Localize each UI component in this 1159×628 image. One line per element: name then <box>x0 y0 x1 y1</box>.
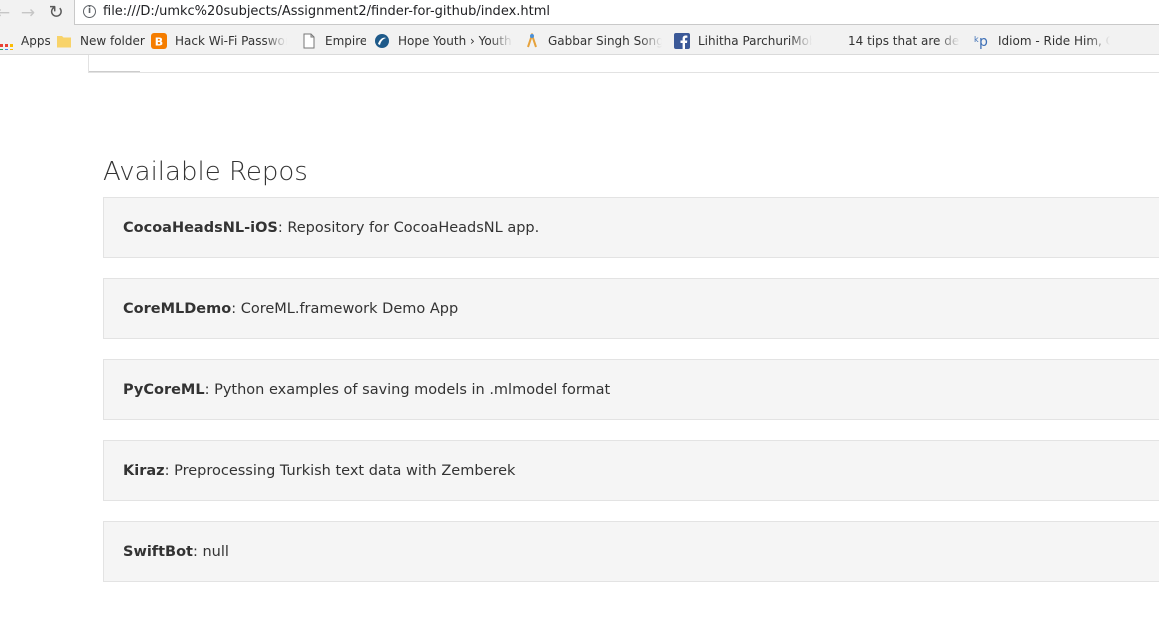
bookmark-label: Gabbar Singh Songs | <box>548 34 662 48</box>
address-bar[interactable]: i file:///D:/umkc%20subjects/Assignment2… <box>74 0 1159 25</box>
repo-card[interactable]: SwiftBot: null <box>103 521 1159 582</box>
music-icon <box>524 32 540 49</box>
repo-card[interactable]: PyCoreML: Python examples of saving mode… <box>103 359 1159 420</box>
bookmark-hope-youth[interactable]: Hope Youth › Youth a <box>374 32 514 50</box>
back-arrow-icon[interactable]: ← <box>0 3 12 23</box>
repo-name: PyCoreML <box>123 382 205 398</box>
browser-toolbar: ← → ↻ i file:///D:/umkc%20subjects/Assig… <box>0 0 1159 26</box>
bookmarks-bar: Apps New folder B Hack Wi-Fi Password Em… <box>0 26 1159 55</box>
document-icon <box>301 33 317 49</box>
repo-line: CoreMLDemo: CoreML.framework Demo App <box>123 299 458 319</box>
bookmark-new-folder[interactable]: New folder <box>56 32 146 50</box>
bookmark-label: Hack Wi-Fi Password <box>175 34 287 48</box>
bookmark-label: Apps <box>21 34 50 48</box>
repo-name: SwiftBot <box>123 544 193 560</box>
bookmark-label: Hope Youth › Youth a <box>398 34 513 48</box>
bookmark-label: Idiom - Ride Him, Co <box>998 34 1110 48</box>
repo-line: PyCoreML: Python examples of saving mode… <box>123 380 610 400</box>
bookmark-label: 14 tips that are desig <box>848 34 960 48</box>
blank-icon <box>824 33 840 49</box>
hope-icon <box>374 33 390 49</box>
folder-icon <box>56 33 72 49</box>
reload-icon[interactable]: ↻ <box>47 3 65 23</box>
blogger-icon: B <box>151 33 167 49</box>
repo-card[interactable]: CoreMLDemo: CoreML.framework Demo App <box>103 278 1159 339</box>
bookmark-14-tips[interactable]: 14 tips that are desig <box>824 32 964 50</box>
bookmark-empire[interactable]: Empire <box>301 32 366 50</box>
repo-card[interactable]: Kiraz: Preprocessing Turkish text data w… <box>103 440 1159 501</box>
top-panel <box>88 55 1159 73</box>
repo-name: CocoaHeadsNL-iOS <box>123 220 278 236</box>
info-icon[interactable]: i <box>83 5 96 18</box>
page-title: Available Repos <box>103 157 308 187</box>
bookmark-label: New folder <box>80 34 145 48</box>
kp-icon: kp <box>974 33 990 50</box>
repo-description: : Python examples of saving models in .m… <box>204 382 611 398</box>
page-viewport: Available Repos CocoaHeadsNL-iOS: Reposi… <box>0 55 1159 628</box>
bookmark-idiom[interactable]: kp Idiom - Ride Him, Co <box>974 32 1114 50</box>
svg-text:p: p <box>979 34 988 49</box>
repo-name: CoreMLDemo <box>123 301 232 317</box>
bookmark-lihitha[interactable]: Lihitha ParchuriMobil <box>674 32 814 50</box>
repo-description: : null <box>193 544 229 560</box>
repo-name: Kiraz <box>123 463 165 479</box>
bookmark-label: Empire <box>325 34 366 48</box>
repo-description: : Preprocessing Turkish text data with Z… <box>164 463 516 479</box>
repo-card[interactable]: CocoaHeadsNL-iOS: Repository for CocoaHe… <box>103 197 1159 258</box>
facebook-icon <box>674 33 690 49</box>
forward-arrow-icon[interactable]: → <box>19 3 37 23</box>
bookmark-gabbar-singh[interactable]: Gabbar Singh Songs | <box>524 32 664 50</box>
repo-line: Kiraz: Preprocessing Turkish text data w… <box>123 461 515 481</box>
repo-description: : CoreML.framework Demo App <box>231 301 459 317</box>
repo-line: SwiftBot: null <box>123 542 229 562</box>
url-text[interactable]: file:///D:/umkc%20subjects/Assignment2/f… <box>103 4 550 19</box>
svg-text:B: B <box>155 36 163 49</box>
top-panel-divider <box>89 55 140 72</box>
bookmark-apps[interactable]: Apps <box>0 32 50 50</box>
repo-description: : Repository for CocoaHeadsNL app. <box>277 220 540 236</box>
bookmark-label: Lihitha ParchuriMobil <box>698 34 812 48</box>
bookmark-hack-wifi[interactable]: B Hack Wi-Fi Password <box>151 32 291 50</box>
apps-grid-icon <box>0 44 13 50</box>
repo-line: CocoaHeadsNL-iOS: Repository for CocoaHe… <box>123 218 539 238</box>
